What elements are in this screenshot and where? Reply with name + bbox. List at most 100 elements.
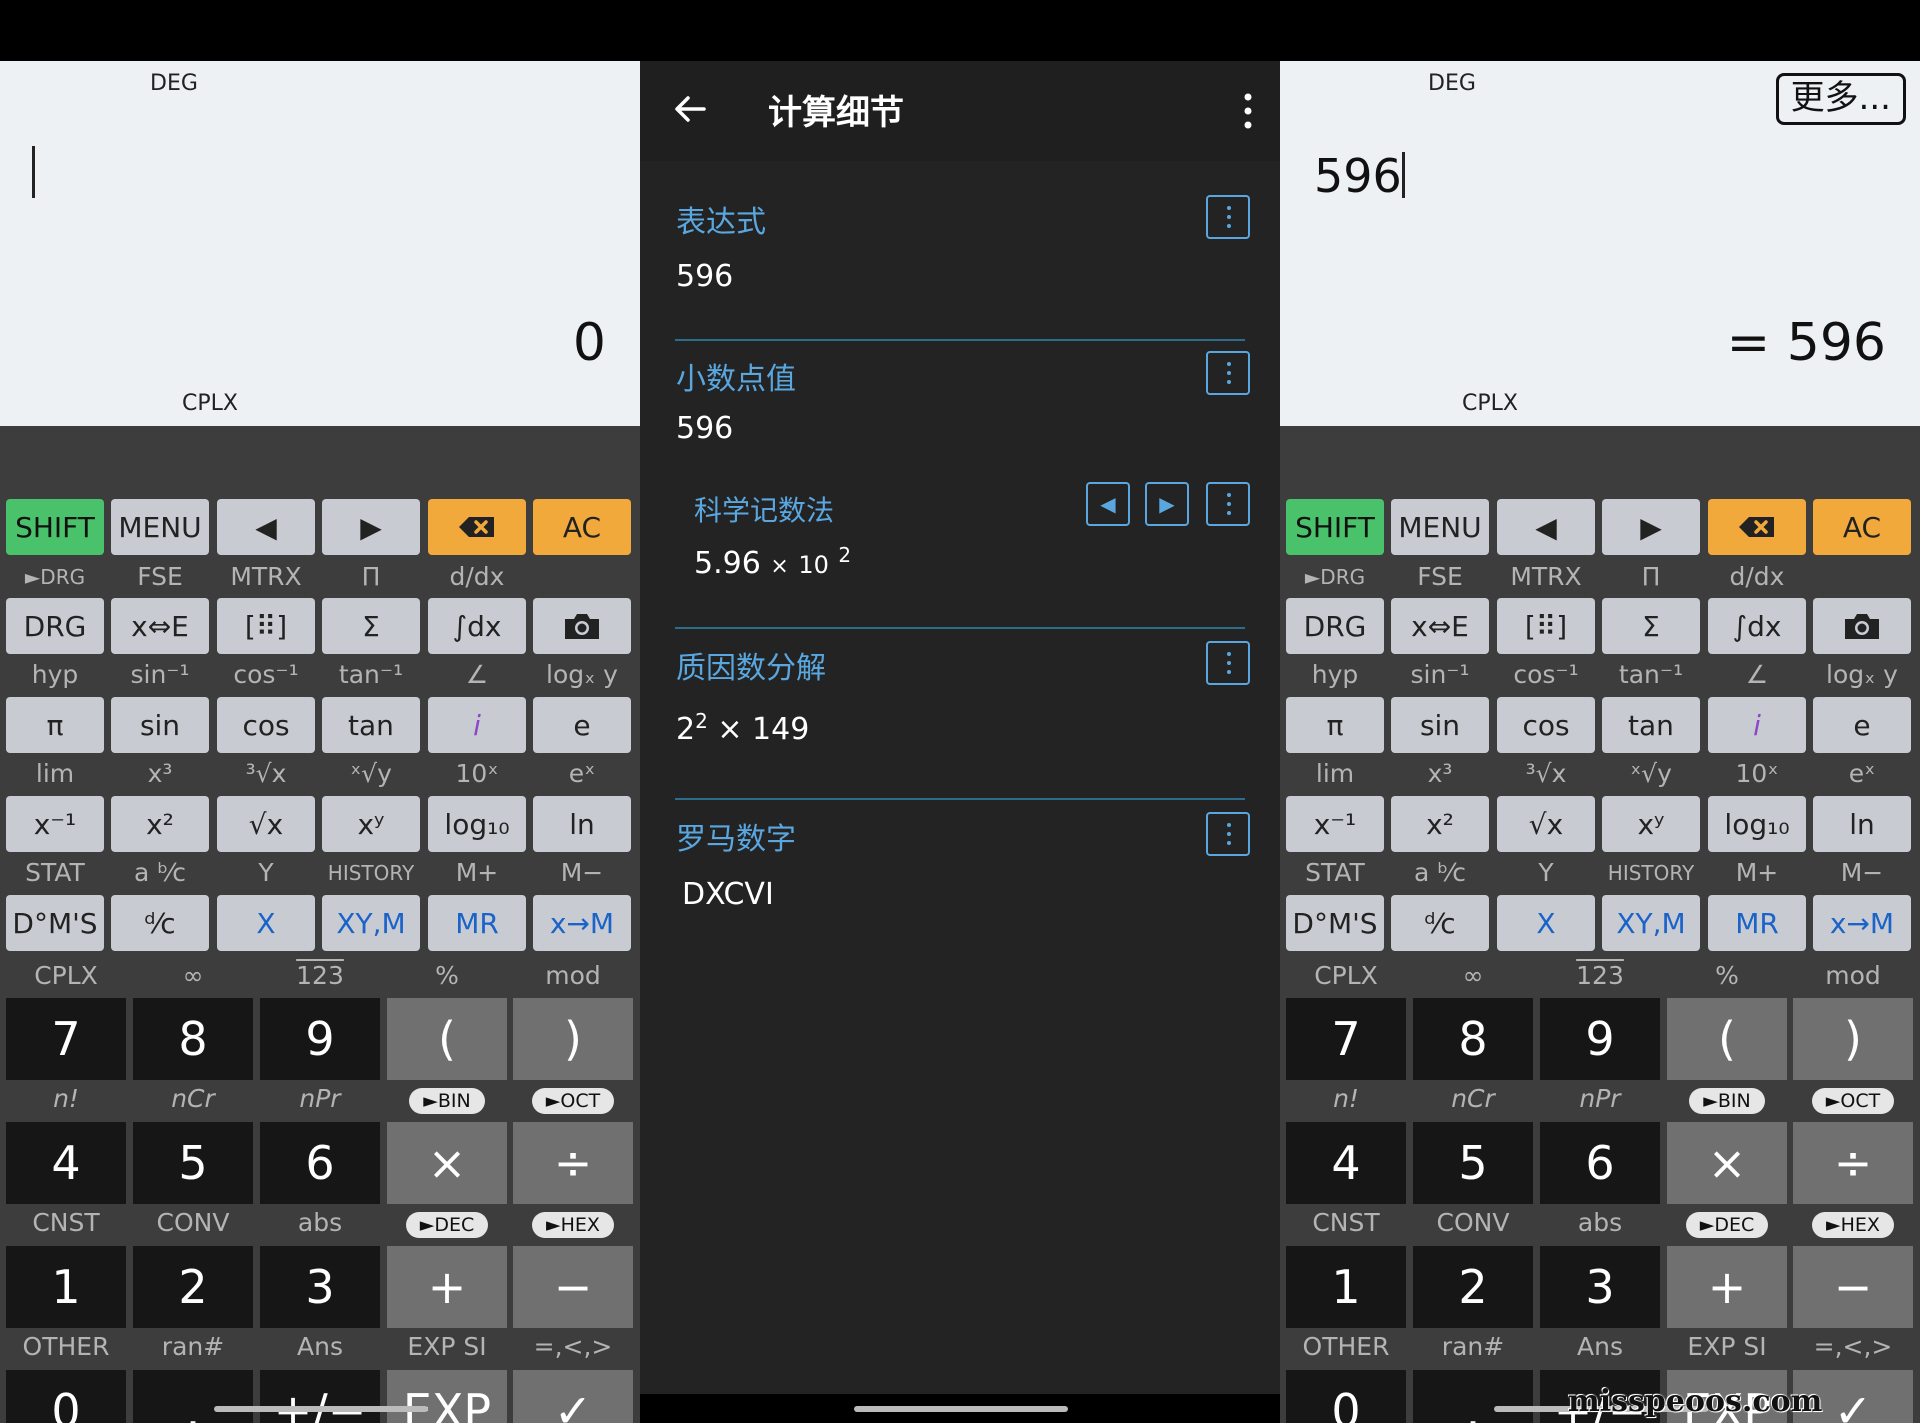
key-symbol[interactable]: ◀	[217, 499, 315, 555]
key-x-m[interactable]: x→M	[1813, 895, 1911, 951]
key-ac[interactable]: AC	[533, 499, 631, 555]
key-symbol[interactable]: ▶	[322, 499, 420, 555]
key-0[interactable]: 0	[6, 1370, 126, 1423]
key-shift[interactable]: SHIFT	[1286, 499, 1384, 555]
key-dx[interactable]: ∫dx	[1708, 598, 1806, 654]
key-sin[interactable]: sin	[1391, 697, 1489, 753]
key-symbol[interactable]: π	[1286, 697, 1384, 753]
key-x[interactable]: x²	[1391, 796, 1489, 852]
key-cos[interactable]: cos	[1497, 697, 1595, 753]
key-symbol[interactable]: )	[1793, 998, 1913, 1080]
key-7[interactable]: 7	[6, 998, 126, 1080]
key-mr[interactable]: MR	[1708, 895, 1806, 951]
key-xy-m[interactable]: XY,M	[322, 895, 420, 951]
key-d-m-s[interactable]: D°M'S	[6, 895, 104, 951]
key-symbol[interactable]: ◀	[1497, 499, 1595, 555]
key-x-e[interactable]: x⇔E	[1391, 598, 1489, 654]
key-log[interactable]: log₁₀	[428, 796, 526, 852]
key-d-m-s[interactable]: D°M'S	[1286, 895, 1384, 951]
key-6[interactable]: 6	[260, 1122, 380, 1204]
key-symbol[interactable]: Σ	[1602, 598, 1700, 654]
more-vert-icon[interactable]	[1238, 91, 1258, 131]
key-shift[interactable]: SHIFT	[6, 499, 104, 555]
prime-menu-icon[interactable]	[1206, 641, 1250, 685]
key-symbol[interactable]: [⠿]	[1497, 598, 1595, 654]
key-2[interactable]: 2	[1413, 1246, 1533, 1328]
key-x-m[interactable]: x→M	[533, 895, 631, 951]
expression-input[interactable]: 596	[1314, 149, 1405, 203]
key-symbol[interactable]: ×	[387, 1122, 507, 1204]
key-ln[interactable]: ln	[1813, 796, 1911, 852]
key-symbol[interactable]: +	[387, 1246, 507, 1328]
back-arrow-icon[interactable]	[670, 89, 710, 129]
key-symbol[interactable]: ▶	[1602, 499, 1700, 555]
key-3[interactable]: 3	[260, 1246, 380, 1328]
key-ln[interactable]: ln	[533, 796, 631, 852]
key-x[interactable]: xʸ	[1602, 796, 1700, 852]
key-0[interactable]: 0	[1286, 1370, 1406, 1423]
key-symbol[interactable]: ✓	[513, 1370, 633, 1423]
key-4[interactable]: 4	[6, 1122, 126, 1204]
key-2[interactable]: 2	[133, 1246, 253, 1328]
key-symbol[interactable]: .	[133, 1370, 253, 1423]
key-x[interactable]: xʸ	[322, 796, 420, 852]
key-tan[interactable]: tan	[322, 697, 420, 753]
key-tan[interactable]: tan	[1602, 697, 1700, 753]
key-symbol[interactable]: ÷	[1793, 1122, 1913, 1204]
key-xy-m[interactable]: XY,M	[1602, 895, 1700, 951]
sci-menu-icon[interactable]	[1206, 482, 1250, 526]
key-symbol[interactable]: (	[387, 998, 507, 1080]
key-x[interactable]: √x	[1497, 796, 1595, 852]
key-5[interactable]: 5	[1413, 1122, 1533, 1204]
backspace-button[interactable]	[1708, 499, 1806, 555]
key-symbol[interactable]: .	[1413, 1370, 1533, 1423]
key-x[interactable]: √x	[217, 796, 315, 852]
sci-prev-icon[interactable]: ◀	[1086, 482, 1130, 526]
key-symbol[interactable]: )	[513, 998, 633, 1080]
sci-next-icon[interactable]: ▶	[1145, 482, 1189, 526]
expression-menu-icon[interactable]	[1206, 195, 1250, 239]
key-x-e[interactable]: x⇔E	[111, 598, 209, 654]
key-symbol[interactable]: +/−	[260, 1370, 380, 1423]
key-5[interactable]: 5	[133, 1122, 253, 1204]
key-4[interactable]: 4	[1286, 1122, 1406, 1204]
key-drg[interactable]: DRG	[6, 598, 104, 654]
decimal-menu-icon[interactable]	[1206, 351, 1250, 395]
key-1[interactable]: 1	[6, 1246, 126, 1328]
key-i[interactable]: i	[428, 697, 526, 753]
camera-button[interactable]	[533, 598, 631, 654]
key-1[interactable]: 1	[1286, 1246, 1406, 1328]
key-9[interactable]: 9	[1540, 998, 1660, 1080]
key-6[interactable]: 6	[1540, 1122, 1660, 1204]
key-ac[interactable]: AC	[1813, 499, 1911, 555]
key-e[interactable]: e	[533, 697, 631, 753]
key-menu[interactable]: MENU	[1391, 499, 1489, 555]
key-3[interactable]: 3	[1540, 1246, 1660, 1328]
home-indicator[interactable]	[854, 1406, 1068, 1412]
more-button[interactable]: 更多...	[1775, 73, 1906, 125]
key-x[interactable]: X	[1497, 895, 1595, 951]
key-x[interactable]: x²	[111, 796, 209, 852]
key-drg[interactable]: DRG	[1286, 598, 1384, 654]
key-symbol[interactable]: −	[513, 1246, 633, 1328]
input-cursor[interactable]	[32, 146, 35, 198]
key-symbol[interactable]: π	[6, 697, 104, 753]
roman-menu-icon[interactable]	[1206, 812, 1250, 856]
key-x[interactable]: x⁻¹	[6, 796, 104, 852]
key-x[interactable]: x⁻¹	[1286, 796, 1384, 852]
key-c[interactable]: ᵈ⁄c	[111, 895, 209, 951]
key-symbol[interactable]: Σ	[322, 598, 420, 654]
key-symbol[interactable]: [⠿]	[217, 598, 315, 654]
camera-button[interactable]	[1813, 598, 1911, 654]
key-sin[interactable]: sin	[111, 697, 209, 753]
key-e[interactable]: e	[1813, 697, 1911, 753]
key-c[interactable]: ᵈ⁄c	[1391, 895, 1489, 951]
key-7[interactable]: 7	[1286, 998, 1406, 1080]
key-x[interactable]: X	[217, 895, 315, 951]
key-log[interactable]: log₁₀	[1708, 796, 1806, 852]
key-symbol[interactable]: −	[1793, 1246, 1913, 1328]
key-symbol[interactable]: +	[1667, 1246, 1787, 1328]
key-cos[interactable]: cos	[217, 697, 315, 753]
key-i[interactable]: i	[1708, 697, 1806, 753]
key-menu[interactable]: MENU	[111, 499, 209, 555]
